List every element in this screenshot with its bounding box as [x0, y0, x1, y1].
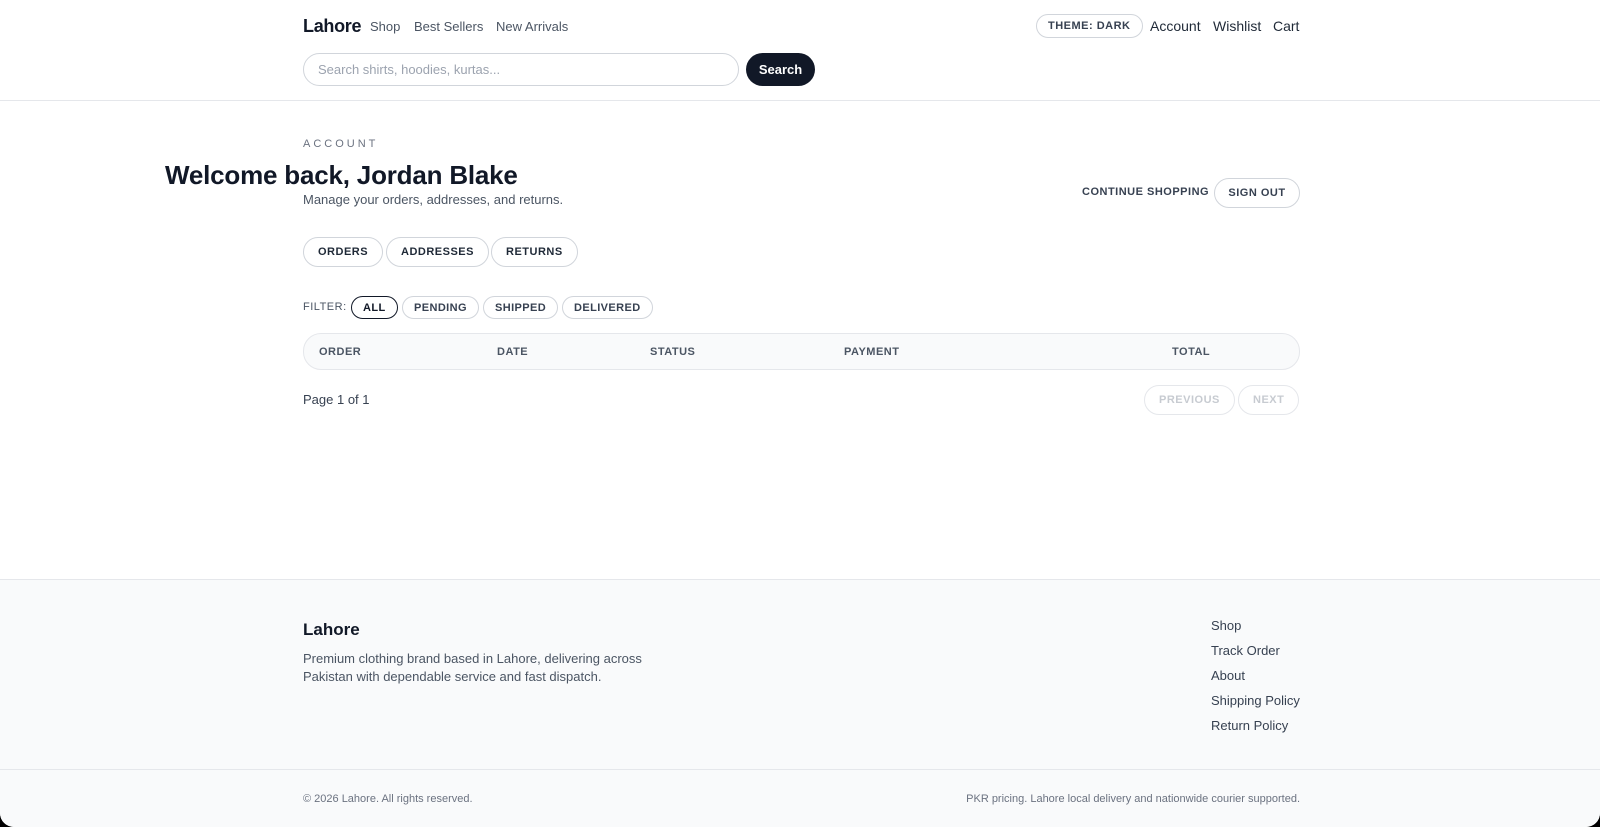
footer-link-about[interactable]: About	[1211, 668, 1245, 683]
filter-shipped[interactable]: SHIPPED	[483, 296, 559, 319]
cart-link[interactable]: Cart	[1273, 18, 1299, 34]
column-status[interactable]: STATUS	[650, 346, 695, 358]
search-input[interactable]	[303, 53, 739, 86]
copyright-text: © 2026 Lahore. All rights reserved.	[303, 793, 473, 805]
next-page-button[interactable]: NEXT	[1238, 385, 1300, 415]
pagination-info: Page 1 of 1	[303, 392, 370, 407]
footer-link-shipping-policy[interactable]: Shipping Policy	[1211, 693, 1300, 708]
nav-new-arrivals[interactable]: New Arrivals	[496, 19, 568, 34]
continue-shopping-button[interactable]: CONTINUE SHOPPING	[1082, 186, 1209, 198]
search-button[interactable]: Search	[746, 53, 815, 86]
theme-toggle-button[interactable]: THEME: DARK	[1036, 14, 1143, 38]
tab-orders[interactable]: ORDERS	[303, 237, 384, 267]
sign-out-button[interactable]: SIGN OUT	[1214, 178, 1300, 208]
filter-pending[interactable]: PENDING	[402, 296, 479, 319]
footer-link-track-order[interactable]: Track Order	[1211, 643, 1280, 658]
section-eyebrow: ACCOUNT	[303, 138, 379, 150]
column-order[interactable]: ORDER	[319, 346, 361, 358]
orders-table-header: ORDER DATE STATUS PAYMENT TOTAL	[303, 333, 1300, 370]
footer-link-return-policy[interactable]: Return Policy	[1211, 718, 1288, 733]
site-header: Lahore Shop Best Sellers New Arrivals TH…	[0, 0, 1600, 101]
wishlist-link[interactable]: Wishlist	[1213, 18, 1261, 34]
filter-label: FILTER:	[303, 301, 347, 313]
brand-logo[interactable]: Lahore	[303, 16, 362, 37]
nav-shop[interactable]: Shop	[370, 19, 400, 34]
previous-page-button[interactable]: PREVIOUS	[1144, 385, 1235, 415]
site-footer: Lahore Premium clothing brand based in L…	[0, 579, 1600, 827]
column-total[interactable]: TOTAL	[1172, 346, 1210, 358]
account-link[interactable]: Account	[1150, 18, 1201, 34]
footer-bottom-bar: © 2026 Lahore. All rights reserved. PKR …	[0, 769, 1600, 827]
column-payment[interactable]: PAYMENT	[844, 346, 899, 358]
footer-brand: Lahore	[303, 620, 360, 639]
account-page: Lahore Shop Best Sellers New Arrivals TH…	[0, 0, 1600, 827]
column-date[interactable]: DATE	[497, 346, 528, 358]
nav-best-sellers[interactable]: Best Sellers	[414, 19, 483, 34]
filter-delivered[interactable]: DELIVERED	[562, 296, 653, 319]
tab-addresses[interactable]: ADDRESSES	[386, 237, 489, 267]
page-title: Welcome back, Jordan Blake	[165, 160, 518, 190]
tab-returns[interactable]: RETURNS	[491, 237, 578, 267]
page-subtitle: Manage your orders, addresses, and retur…	[303, 192, 564, 207]
footer-description: Premium clothing brand based in Lahore, …	[303, 651, 642, 684]
footer-link-shop[interactable]: Shop	[1211, 618, 1241, 633]
filter-all[interactable]: ALL	[351, 296, 398, 319]
footer-note: PKR pricing. Lahore local delivery and n…	[966, 793, 1300, 805]
